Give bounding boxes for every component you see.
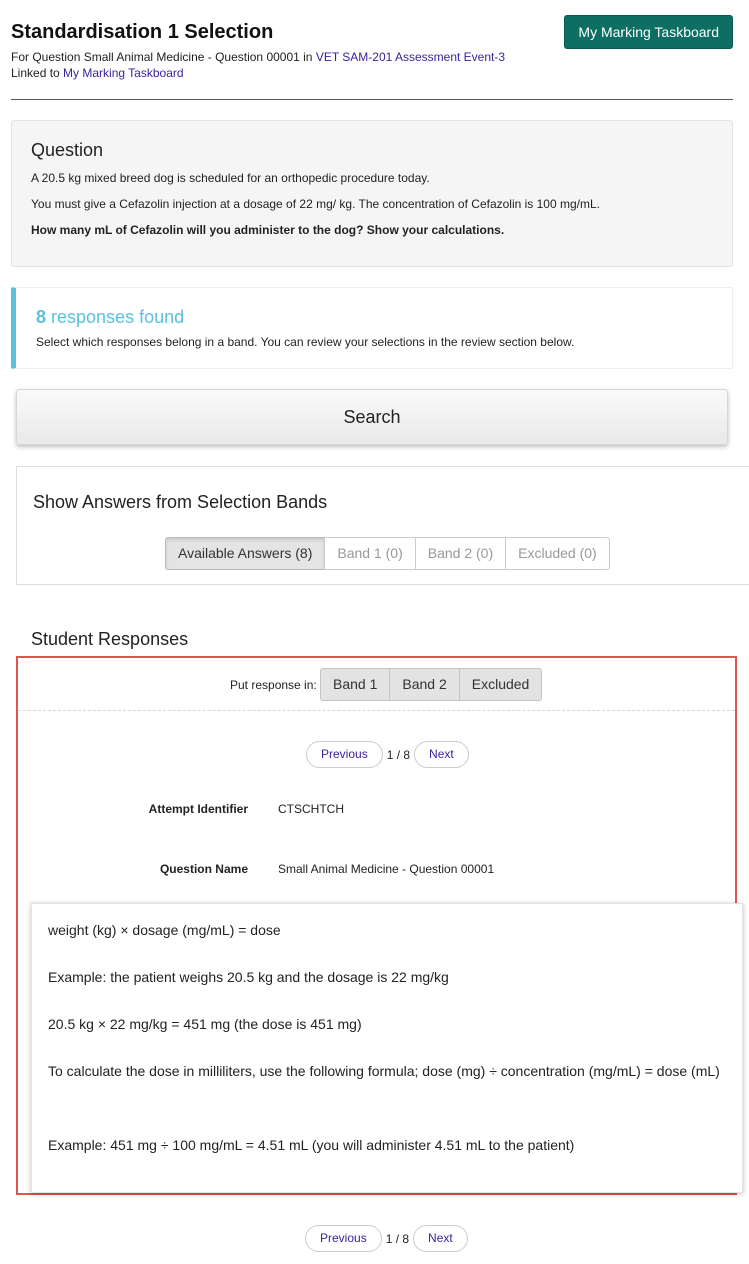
put-response-buttons: Band 1 Band 2 Excluded <box>320 668 543 701</box>
put-response-label: Put response in: <box>230 678 317 692</box>
responses-count: 8 <box>36 307 47 327</box>
assessment-event-link[interactable]: VET SAM-201 Assessment Event-3 <box>316 50 505 64</box>
tab-available-answers[interactable]: Available Answers (8) <box>165 537 326 570</box>
question-panel: Question A 20.5 kg mixed breed dog is sc… <box>11 120 733 267</box>
tab-band-1[interactable]: Band 1 (0) <box>324 537 416 570</box>
attempt-identifier-value: CTSCHTCH <box>278 802 344 816</box>
question-prompt: How many mL of Cefazolin will you admini… <box>31 223 505 237</box>
page-indicator: 1 / 8 <box>386 747 411 762</box>
pager-bottom: Previous 1 / 8 Next <box>305 1225 468 1252</box>
my-marking-taskboard-button[interactable]: My Marking Taskboard <box>564 15 733 49</box>
put-response-toolbar: Put response in: Band 1 Band 2 Excluded <box>18 658 735 711</box>
linked-to-line: Linked to My Marking Taskboard <box>11 65 733 81</box>
put-excluded-button[interactable]: Excluded <box>458 668 543 701</box>
responses-found-title: 8 responses found <box>36 306 712 328</box>
answer-line-3: 20.5 kg × 22 mg/kg = 451 mg (the dose is… <box>48 1016 362 1032</box>
selection-bands-panel: Show Answers from Selection Bands Availa… <box>16 466 749 585</box>
previous-button[interactable]: Previous <box>306 741 383 768</box>
for-question-text: For Question Small Animal Medicine - Que… <box>11 50 316 64</box>
answer-line-1: weight (kg) × dosage (mg/mL) = dose <box>48 922 281 938</box>
question-context-line: For Question Small Animal Medicine - Que… <box>11 49 733 65</box>
responses-found-callout: 8 responses found Select which responses… <box>11 287 733 369</box>
put-band-2-button[interactable]: Band 2 <box>389 668 460 701</box>
next-button[interactable]: Next <box>414 741 469 768</box>
question-line-2: You must give a Cefazolin injection at a… <box>31 197 600 211</box>
answer-line-2: Example: the patient weighs 20.5 kg and … <box>48 969 449 985</box>
next-button-bottom[interactable]: Next <box>413 1225 468 1252</box>
answer-line-5: Example: 451 mg ÷ 100 mg/mL = 4.51 mL (y… <box>48 1137 575 1153</box>
student-responses-heading: Student Responses <box>31 629 189 649</box>
search-button[interactable]: Search <box>16 389 728 445</box>
student-response-panel: Put response in: Band 1 Band 2 Excluded … <box>16 656 743 1195</box>
answer-line-4: To calculate the dose in milliliters, us… <box>48 1063 720 1079</box>
question-name-value: Small Animal Medicine - Question 00001 <box>278 862 495 876</box>
attempt-identifier-label: Attempt Identifier <box>148 802 248 816</box>
responses-found-suffix: responses found <box>46 307 185 327</box>
tab-excluded[interactable]: Excluded (0) <box>505 537 610 570</box>
question-heading: Question <box>31 140 104 160</box>
previous-button-bottom[interactable]: Previous <box>305 1225 382 1252</box>
selection-bands-heading: Show Answers from Selection Bands <box>33 492 328 512</box>
student-answer-box: weight (kg) × dosage (mg/mL) = dose Exam… <box>31 903 743 1193</box>
question-line-1: A 20.5 kg mixed breed dog is scheduled f… <box>31 171 430 185</box>
page-header: Standardisation 1 Selection For Question… <box>11 15 733 81</box>
header-divider <box>11 99 733 100</box>
put-band-1-button[interactable]: Band 1 <box>320 668 391 701</box>
pager-top: Previous 1 / 8 Next <box>306 741 469 768</box>
taskboard-link[interactable]: My Marking Taskboard <box>63 66 184 80</box>
responses-found-description: Select which responses belong in a band.… <box>36 335 575 349</box>
page-indicator-bottom: 1 / 8 <box>385 1231 410 1246</box>
selection-band-tabs: Available Answers (8) Band 1 (0) Band 2 … <box>165 537 610 570</box>
question-name-label: Question Name <box>159 862 248 876</box>
tab-band-2[interactable]: Band 2 (0) <box>414 537 507 570</box>
linked-to-text: Linked to <box>11 66 64 80</box>
